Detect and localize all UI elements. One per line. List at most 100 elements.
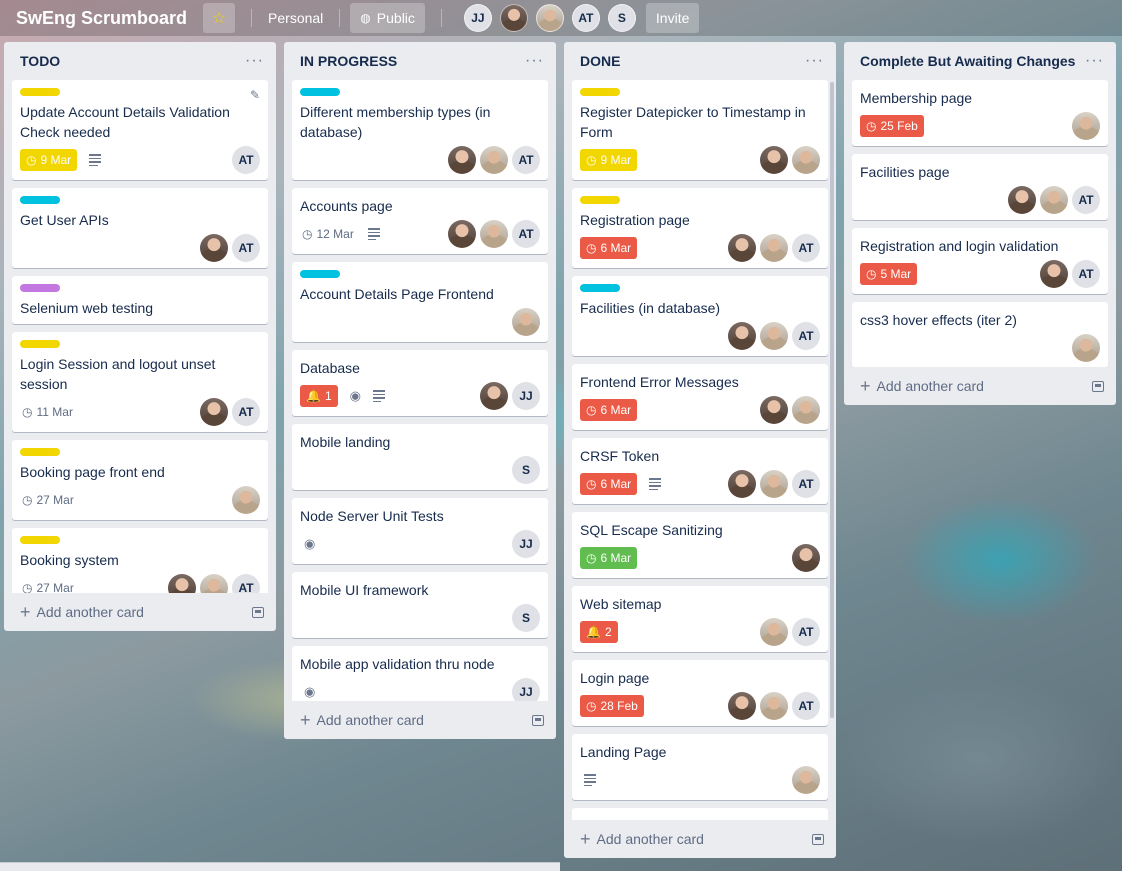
member-avatar[interactable] xyxy=(792,544,820,572)
card-label[interactable] xyxy=(20,340,60,348)
member-avatar[interactable] xyxy=(480,146,508,174)
member-avatar[interactable]: AT xyxy=(792,470,820,498)
member-avatar[interactable]: AT xyxy=(1072,260,1100,288)
due-date-badge[interactable]: ◷ 27 Mar xyxy=(20,489,76,511)
due-date-badge[interactable]: ◷ 25 Feb xyxy=(860,115,924,137)
member-avatar[interactable]: AT xyxy=(232,398,260,426)
due-date-badge[interactable]: ◷ 6 Mar xyxy=(580,473,638,495)
member-avatar[interactable] xyxy=(1072,112,1100,140)
member-avatar[interactable]: JJ xyxy=(512,530,540,558)
card[interactable]: Accounts page ◷ 12 Mar AT xyxy=(292,188,548,254)
card[interactable]: Registration page ◷ 6 Mar AT xyxy=(572,188,828,268)
member-avatar[interactable] xyxy=(480,382,508,410)
card-label[interactable] xyxy=(300,270,340,278)
member-avatar[interactable] xyxy=(1008,186,1036,214)
card[interactable]: Mobile landing S xyxy=(292,424,548,490)
member-avatar[interactable]: S xyxy=(607,4,636,32)
due-date-badge[interactable]: ◷ 27 Mar xyxy=(20,577,76,593)
add-card-button[interactable]: + Add another card xyxy=(564,820,836,858)
due-date-badge[interactable]: ◷ 12 Mar xyxy=(300,223,356,245)
notification-badge[interactable]: 🔔 2 xyxy=(580,621,618,643)
member-avatar[interactable]: AT xyxy=(571,4,600,32)
due-date-badge[interactable]: ◷ 5 Mar xyxy=(860,263,918,285)
card[interactable]: css3 hover effects (iter 2) xyxy=(852,302,1108,367)
member-avatar[interactable] xyxy=(499,4,528,32)
member-avatar[interactable]: AT xyxy=(792,618,820,646)
member-avatar[interactable] xyxy=(728,234,756,262)
member-avatar[interactable] xyxy=(760,470,788,498)
member-avatar[interactable] xyxy=(728,322,756,350)
card[interactable]: Node Server Unit Tests ◉ JJ xyxy=(292,498,548,564)
due-date-badge[interactable]: ◷ 6 Mar xyxy=(580,237,638,259)
member-avatar[interactable] xyxy=(728,692,756,720)
member-avatar[interactable] xyxy=(760,692,788,720)
card[interactable]: Mobile UI framework S xyxy=(292,572,548,638)
member-avatar[interactable]: S xyxy=(512,604,540,632)
card[interactable]: Register Datepicker to Timestamp in Form… xyxy=(572,80,828,180)
member-avatar[interactable]: AT xyxy=(792,692,820,720)
member-avatar[interactable] xyxy=(728,470,756,498)
card[interactable]: Booking system ◷ 27 Mar AT xyxy=(12,528,268,593)
card-label[interactable] xyxy=(580,196,620,204)
member-avatar[interactable] xyxy=(480,220,508,248)
add-card-button[interactable]: + Add another card xyxy=(844,367,1116,405)
card[interactable]: Different membership types (in database)… xyxy=(292,80,548,180)
member-avatar[interactable] xyxy=(232,486,260,514)
card-label[interactable] xyxy=(20,88,60,96)
card[interactable]: Get User APIs AT xyxy=(12,188,268,268)
notification-badge[interactable]: 🔔 1 xyxy=(300,385,338,407)
public-visibility-button[interactable]: ◍ Public xyxy=(350,3,425,33)
member-avatar[interactable] xyxy=(792,146,820,174)
member-avatar[interactable]: AT xyxy=(232,234,260,262)
star-board-button[interactable]: ☆ xyxy=(203,3,236,33)
card-label[interactable] xyxy=(20,284,60,292)
card[interactable]: Update Account Details Validation Check … xyxy=(12,80,268,180)
template-icon[interactable] xyxy=(812,833,824,845)
template-icon[interactable] xyxy=(532,714,544,726)
card[interactable]: Registration and login validation ◷ 5 Mar A… xyxy=(852,228,1108,294)
member-avatar[interactable] xyxy=(448,146,476,174)
card[interactable]: Frontend Error Messages ◷ 6 Mar xyxy=(572,364,828,430)
member-avatar[interactable]: AT xyxy=(512,146,540,174)
member-avatar[interactable] xyxy=(760,618,788,646)
card[interactable]: Facilities (in database) AT xyxy=(572,276,828,356)
list-menu-button[interactable]: ··· xyxy=(241,52,268,70)
member-avatar[interactable] xyxy=(760,396,788,424)
due-date-badge[interactable]: ◷ 9 Mar xyxy=(20,149,78,171)
invite-button[interactable]: Invite xyxy=(645,3,700,33)
member-avatar[interactable] xyxy=(200,398,228,426)
team-visibility-button[interactable]: Personal xyxy=(262,10,329,26)
due-date-badge[interactable]: ◷ 6 Mar xyxy=(580,399,638,421)
list-title[interactable]: DONE xyxy=(580,53,620,69)
card[interactable]: Login page ◷ 28 Feb AT xyxy=(572,660,828,726)
member-avatar[interactable]: AT xyxy=(1072,186,1100,214)
due-date-badge[interactable]: ◷ 11 Mar xyxy=(20,401,75,423)
member-avatar[interactable]: JJ xyxy=(512,678,540,701)
member-avatar[interactable] xyxy=(1072,334,1100,362)
member-avatar[interactable] xyxy=(792,396,820,424)
card[interactable]: Database 🔔 1 ◉ JJ xyxy=(292,350,548,416)
pencil-icon[interactable]: ✎ xyxy=(250,88,260,102)
list-title[interactable]: IN PROGRESS xyxy=(300,53,397,69)
card[interactable]: SQL Escape Sanitizing ◷ 6 Mar xyxy=(572,512,828,578)
card-label[interactable] xyxy=(20,196,60,204)
member-avatar[interactable] xyxy=(448,220,476,248)
card-label[interactable] xyxy=(20,448,60,456)
list-menu-button[interactable]: ··· xyxy=(1081,52,1108,70)
member-avatar[interactable]: AT xyxy=(232,574,260,593)
card-label[interactable] xyxy=(300,88,340,96)
member-avatar[interactable]: AT xyxy=(792,234,820,262)
member-avatar[interactable] xyxy=(760,322,788,350)
member-avatar[interactable]: JJ xyxy=(512,382,540,410)
card-label[interactable] xyxy=(580,88,620,96)
member-avatar[interactable] xyxy=(760,146,788,174)
member-avatar[interactable] xyxy=(200,574,228,593)
member-avatar[interactable] xyxy=(1040,260,1068,288)
list-scrollbar[interactable] xyxy=(830,82,834,718)
card[interactable]: Booking page front end ◷ 27 Mar xyxy=(12,440,268,520)
board-title[interactable]: SwEng Scrumboard xyxy=(8,8,195,29)
list-title[interactable]: TODO xyxy=(20,53,60,69)
card-label[interactable] xyxy=(580,284,620,292)
due-date-badge[interactable]: ◷ 9 Mar xyxy=(580,149,638,171)
due-date-badge[interactable]: ◷ 6 Mar xyxy=(580,547,638,569)
